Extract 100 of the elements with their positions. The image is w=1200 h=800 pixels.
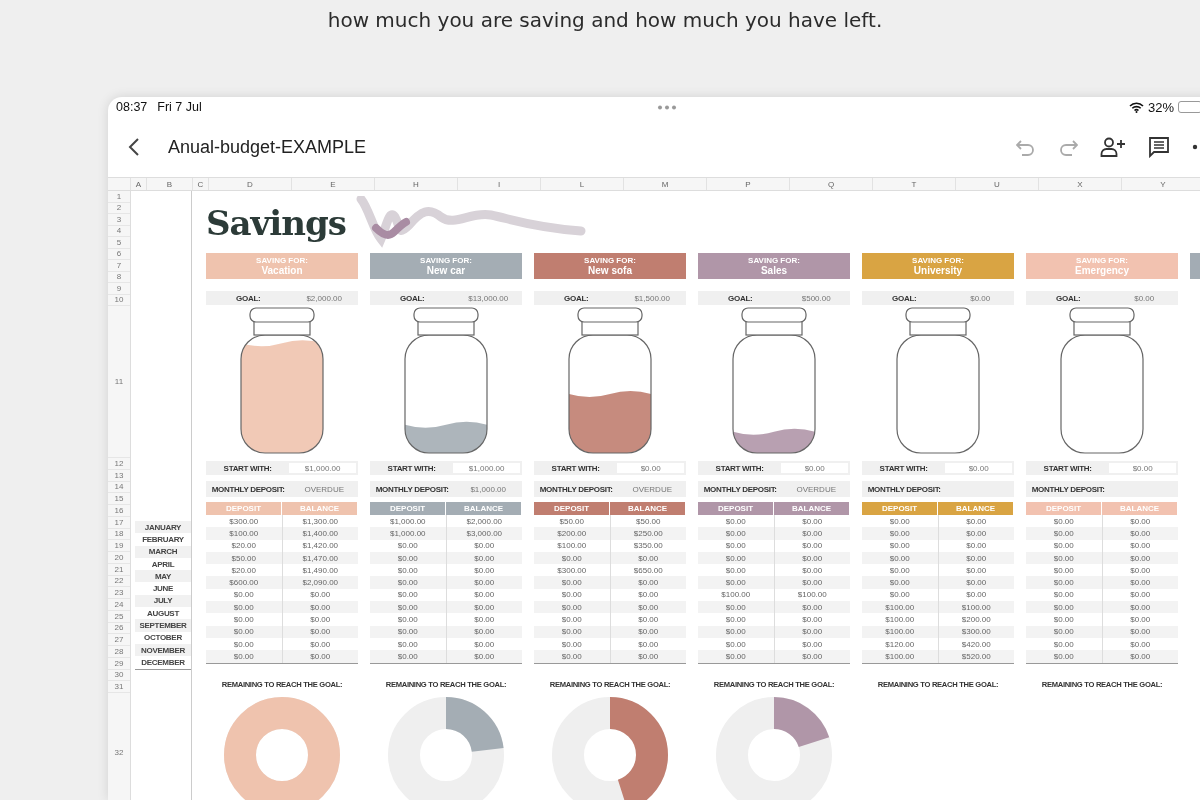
column-header[interactable]: B: [147, 178, 193, 190]
table-cell-text: $0.00: [1129, 626, 1152, 638]
row-number[interactable]: 6: [108, 248, 130, 260]
row-number[interactable]: 11: [108, 306, 130, 458]
row-number[interactable]: 5: [108, 237, 130, 249]
column-header[interactable]: D: [209, 178, 292, 190]
row-number[interactable]: 17: [108, 516, 130, 529]
back-button[interactable]: [128, 138, 140, 156]
row-number[interactable]: 29: [108, 657, 130, 670]
table-header: DEPOSIT: [862, 502, 938, 515]
row-number[interactable]: 7: [108, 260, 130, 272]
row-number[interactable]: 9: [108, 283, 130, 295]
row-number[interactable]: 22: [108, 575, 130, 588]
table-cell-text: $420.00: [960, 638, 992, 651]
monthly-deposit-value: OVERDUE: [795, 483, 837, 496]
row-number[interactable]: 2: [108, 202, 130, 214]
saving-for-label: SAVING FOR:: [912, 256, 964, 265]
table-cell-text: $0.00: [309, 614, 332, 626]
column-header[interactable]: I: [458, 178, 541, 190]
column-header[interactable]: H: [375, 178, 458, 190]
table-cell-text: $100.00: [796, 589, 828, 602]
table-cell: $0.00: [370, 539, 447, 552]
add-person-button[interactable]: [1100, 136, 1126, 158]
row-number[interactable]: 32: [108, 693, 130, 800]
table-cell-text: $0.00: [473, 601, 496, 614]
row-number[interactable]: 8: [108, 271, 130, 283]
row-number[interactable]: 27: [108, 634, 130, 646]
table-cell-text: $0.00: [965, 540, 988, 552]
column-header[interactable]: P: [707, 178, 790, 190]
table-cell-text: $650.00: [632, 564, 664, 577]
row-number[interactable]: 28: [108, 646, 130, 658]
table-cell-text: $0.00: [801, 515, 824, 528]
table-cell: $0.00: [370, 551, 447, 565]
table-cell: $0.00: [698, 539, 775, 552]
column-header[interactable]: Y: [1122, 178, 1200, 190]
table-cell: $20.00: [206, 539, 283, 552]
row-number[interactable]: 25: [108, 610, 130, 623]
row-number[interactable]: 26: [108, 622, 130, 635]
row-number[interactable]: 18: [108, 528, 130, 541]
savings-goal-name: New sofa: [588, 265, 632, 276]
table-cell-text: $350.00: [632, 540, 664, 552]
table-cell: $0.00: [862, 539, 939, 552]
table-cell-text: $0.00: [637, 626, 660, 638]
column-header[interactable]: E: [292, 178, 375, 190]
table-cell-text: $0.00: [637, 589, 660, 602]
goal-value: $13,000.00: [467, 292, 510, 305]
table-cell-text: $0.00: [801, 552, 824, 565]
row-number[interactable]: 15: [108, 493, 130, 505]
table-cell: $0.00: [534, 625, 611, 638]
row-number[interactable]: 16: [108, 505, 130, 517]
table-cell: $100.00: [862, 613, 939, 626]
table-cell: $0.00: [370, 576, 447, 589]
row-number[interactable]: 31: [108, 681, 130, 693]
table-cell: $0.00: [862, 576, 939, 589]
column-header[interactable]: M: [624, 178, 707, 190]
goal-label: GOAL:: [1055, 292, 1082, 305]
table-cell-text: $0.00: [1129, 564, 1152, 577]
row-number[interactable]: 1: [108, 191, 130, 203]
table-cell: $0.00: [698, 576, 775, 589]
table-cell: $0.00: [1026, 551, 1103, 565]
table-cell: $0.00: [698, 650, 775, 663]
start-with-label: START WITH:: [1042, 462, 1093, 475]
battery-percent: 32%: [1147, 99, 1174, 115]
row-number[interactable]: 12: [108, 458, 130, 470]
column-header[interactable]: U: [956, 178, 1039, 190]
table-header: DEPOSIT: [698, 502, 774, 515]
row-number[interactable]: 14: [108, 481, 130, 494]
table-cell: $100.00: [862, 601, 939, 614]
more-dots-icon: [1192, 144, 1198, 150]
column-header[interactable]: Q: [790, 178, 873, 190]
row-number[interactable]: 10: [108, 294, 130, 306]
column-header[interactable]: T: [873, 178, 956, 190]
table-cell-text: $0.00: [965, 564, 988, 577]
row-number[interactable]: 4: [108, 225, 130, 237]
comment-button[interactable]: [1148, 136, 1170, 158]
row-number[interactable]: 30: [108, 669, 130, 682]
table-header: BALANCE: [938, 502, 1014, 515]
month-label: JUNE: [151, 583, 175, 595]
row-number[interactable]: 20: [108, 552, 130, 564]
table-cell: $0.00: [534, 576, 611, 589]
table-cell-text: $0.00: [637, 601, 660, 614]
table-cell-text: $0.00: [1129, 515, 1152, 528]
status-date: Fri 7 Jul: [157, 100, 202, 114]
row-number[interactable]: 19: [108, 540, 130, 552]
row-number[interactable]: 24: [108, 599, 130, 611]
column-header[interactable]: A: [131, 178, 147, 190]
table-cell-text: $0.00: [473, 626, 496, 638]
row-number[interactable]: 3: [108, 214, 130, 226]
row-number[interactable]: 23: [108, 587, 130, 599]
document-title: Anual-budget-EXAMPLE: [168, 136, 367, 158]
table-cell-text: $1,420.00: [301, 540, 340, 552]
column-header[interactable]: C: [193, 178, 209, 190]
column-header[interactable]: L: [541, 178, 624, 190]
column-header[interactable]: X: [1039, 178, 1122, 190]
monthly-deposit-value: OVERDUE: [631, 483, 673, 496]
row-number[interactable]: 13: [108, 469, 130, 482]
table-cell-text: $0.00: [309, 626, 332, 638]
table-cell-text: $0.00: [801, 564, 824, 577]
row-number[interactable]: 21: [108, 563, 130, 576]
table-cell: $100.00: [534, 539, 611, 552]
